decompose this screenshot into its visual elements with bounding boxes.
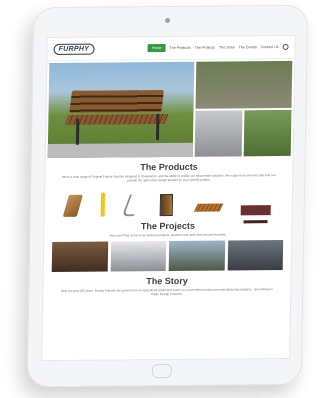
- product-bin[interactable]: [159, 193, 173, 217]
- nav-item-home[interactable]: Home: [147, 43, 166, 53]
- search-icon[interactable]: [282, 43, 289, 50]
- story-subtitle: Over the past 150 years, Furphy Foundry …: [61, 287, 273, 297]
- nav-item-contact[interactable]: Contact Us: [261, 45, 279, 49]
- nav-item-projects[interactable]: The Projects: [195, 46, 215, 50]
- hero-bench-photo: [47, 61, 195, 159]
- story-title: The Story: [146, 275, 188, 287]
- hero-gallery: [46, 59, 295, 159]
- photo-picnic-tables: [195, 60, 293, 109]
- photo-bench-park: [243, 109, 292, 157]
- project-row: [44, 236, 292, 273]
- tablet-device: FURPHY Home The Products The Projects Th…: [26, 4, 309, 388]
- nav-item-events[interactable]: The Events: [239, 45, 257, 49]
- nav-item-story[interactable]: The Story: [219, 45, 235, 49]
- project-photo[interactable]: [168, 240, 225, 272]
- bench-leg: [75, 118, 80, 145]
- products-title: The Products: [140, 161, 198, 173]
- product-row: [45, 181, 293, 217]
- hero-thumbnails: [194, 60, 293, 157]
- product-lounger[interactable]: [193, 203, 224, 212]
- nav-item-products[interactable]: The Products: [169, 46, 190, 50]
- project-photo[interactable]: [51, 241, 108, 273]
- nav-bar: FURPHY Home The Products The Projects Th…: [47, 35, 295, 62]
- product-table[interactable]: [240, 205, 272, 216]
- bench-backrest: [69, 90, 165, 113]
- paving: [47, 142, 193, 159]
- camera-dot: [165, 17, 171, 23]
- product-bollard[interactable]: [100, 192, 106, 217]
- photo-bin: [194, 109, 243, 157]
- project-photo[interactable]: [110, 241, 167, 272]
- home-button[interactable]: [151, 363, 173, 379]
- project-photo[interactable]: [227, 239, 284, 271]
- product-bike-stand[interactable]: [121, 194, 143, 217]
- bench-leg: [155, 114, 160, 141]
- website-screen: FURPHY Home The Products The Projects Th…: [41, 34, 296, 362]
- furphy-logo[interactable]: FURPHY: [53, 43, 95, 55]
- nav-menu: Home The Products The Projects The Story…: [147, 43, 289, 53]
- bench-seat: [64, 113, 169, 125]
- product-chair[interactable]: [62, 194, 83, 217]
